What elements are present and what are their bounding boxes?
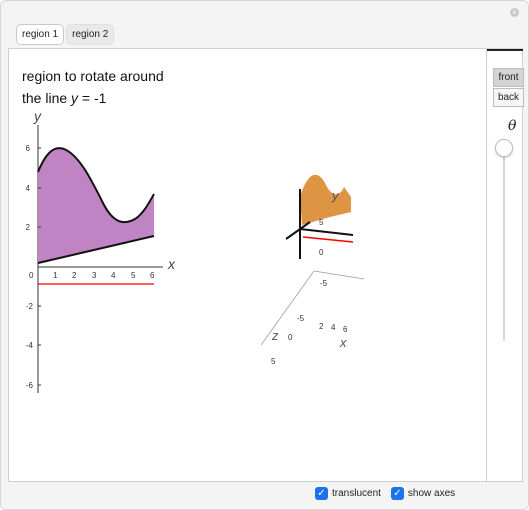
region-title: region to rotate around the line y = -1 [22,65,164,109]
tick-3d-z-0: 0 [288,333,293,342]
show-axes-label: show axes [407,488,456,499]
theta-slider-track[interactable] [503,146,505,341]
axis-3d-x-label: x [339,335,347,350]
x-axis-label: x [167,256,176,272]
tick-3d-z-neg5: -5 [297,314,305,323]
axis-horizontal [299,228,354,236]
x-ticks: 0 1 2 3 4 5 6 [29,271,155,280]
plot-3d: 5 5 0 -5 -5 0 5 2 4 6 y z x [260,174,365,366]
app-frame: × region 1 region 2 region to rotate aro… [0,0,529,510]
x-tick-6: 6 [150,271,155,280]
theta-label: θ [508,118,517,134]
x-tick-2: 2 [72,271,77,280]
controls-divider [486,49,487,481]
y-tick-neg6: -6 [26,381,34,390]
tick-3d-z-5: 5 [271,357,276,366]
y-axis-label: y [33,108,42,124]
translucent-option[interactable]: ✓ translucent [315,487,381,500]
close-icon[interactable]: × [510,8,519,17]
tick-3d-x-4: 4 [331,323,336,332]
y-tick-neg4: -4 [26,341,34,350]
show-axes-checkbox[interactable]: ✓ [390,487,404,500]
options-bar: ✓ translucent ✓ show axes [315,487,465,500]
translucent-label: translucent [332,488,381,499]
tab-bar: region 1 region 2 [16,24,115,45]
rotation-axis-3d [302,236,354,243]
content-panel: region to rotate around the line y = -1 … [8,48,523,482]
y-tick-neg2: -2 [26,302,34,311]
y-tick-2: 2 [26,223,31,232]
x-tick-0: 0 [29,271,34,280]
x-tick-4: 4 [111,271,116,280]
tick-3d-5-top: 5 [319,218,324,227]
box-edge [313,270,365,280]
tick-3d-x-2: 2 [319,322,324,331]
x-tick-5: 5 [131,271,136,280]
axis-3d-z-label: z [271,328,279,343]
translucent-checkbox[interactable]: ✓ [315,487,328,500]
tab-region-2[interactable]: region 2 [66,24,115,45]
title-line-2-prefix: the line [22,90,72,106]
y-tick-4: 4 [26,184,31,193]
title-line-2: the line y = -1 [22,87,164,109]
solid-surface [300,174,351,225]
show-axes-option[interactable]: ✓ show axes [390,487,456,500]
controls-top-rule [487,49,523,51]
title-line-2-var: y [71,90,79,106]
x-tick-1: 1 [53,271,58,280]
view-back-button[interactable]: back [493,88,524,107]
title-line-1: region to rotate around [22,68,164,84]
tick-3d-neg5: -5 [320,279,328,288]
region-fill [38,148,154,263]
y-tick-6: 6 [26,144,31,153]
tick-3d-x-6: 6 [343,325,348,334]
title-line-2-suffix: = -1 [78,90,107,106]
tick-3d-0-mid: 0 [319,248,324,257]
tab-region-1[interactable]: region 1 [16,24,65,45]
view-front-button[interactable]: front [493,68,524,87]
plot-2d: 6 4 2 -2 -4 -6 0 1 2 3 4 5 6 y x [26,108,176,393]
theta-slider-thumb[interactable] [495,139,513,157]
x-tick-3: 3 [92,271,97,280]
